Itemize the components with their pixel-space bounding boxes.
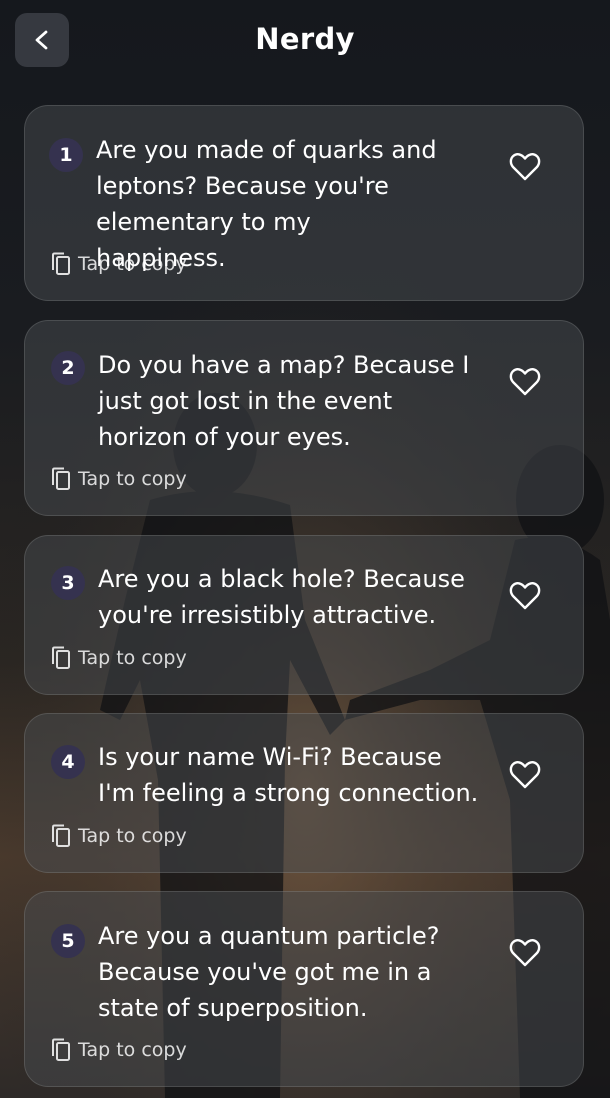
heart-outline-icon[interactable] <box>509 581 541 611</box>
pickup-line-card[interactable]: 1 Are you made of quarks and leptons? Be… <box>24 105 584 301</box>
line-number-badge: 5 <box>51 924 85 958</box>
heart-outline-icon[interactable] <box>509 760 541 790</box>
pickup-line-card[interactable]: 3 Are you a black hole? Because you're i… <box>24 535 584 695</box>
tap-to-copy-button[interactable]: Tap to copy <box>51 646 187 670</box>
tap-to-copy-label: Tap to copy <box>78 1039 187 1061</box>
copy-icon <box>52 252 70 275</box>
pickup-line-card[interactable]: 4 Is your name Wi-Fi? Because I'm feelin… <box>24 713 584 873</box>
top-bar: Nerdy <box>0 0 610 82</box>
pickup-line-text: Are you a quantum particle? Because you'… <box>98 922 440 1022</box>
heart-outline-icon[interactable] <box>509 938 541 968</box>
tap-to-copy-button[interactable]: Tap to copy <box>51 252 187 276</box>
pickup-line-card[interactable]: 5 Are you a quantum particle? Because yo… <box>24 891 584 1087</box>
pickup-line-card[interactable]: 2 Do you have a map? Because I just got … <box>24 320 584 516</box>
line-number-badge: 3 <box>51 566 85 600</box>
heart-outline-icon[interactable] <box>509 367 541 397</box>
page-title: Nerdy <box>255 22 355 56</box>
tap-to-copy-label: Tap to copy <box>78 825 187 847</box>
tap-to-copy-button[interactable]: Tap to copy <box>51 1038 187 1062</box>
copy-icon <box>52 646 70 669</box>
heart-outline-icon[interactable] <box>509 152 541 182</box>
tap-to-copy-label: Tap to copy <box>78 253 187 275</box>
copy-icon <box>52 824 70 847</box>
pickup-line-text: Is your name Wi-Fi? Because I'm feeling … <box>98 743 479 807</box>
tap-to-copy-button[interactable]: Tap to copy <box>51 467 187 491</box>
line-number-badge: 4 <box>51 745 85 779</box>
pickup-line-text: Are you a black hole? Because you're irr… <box>98 565 465 629</box>
line-number-badge: 1 <box>49 138 83 172</box>
tap-to-copy-label: Tap to copy <box>78 468 187 490</box>
copy-icon <box>52 467 70 490</box>
tap-to-copy-label: Tap to copy <box>78 647 187 669</box>
pickup-line-text: Do you have a map? Because I just got lo… <box>98 351 470 451</box>
line-number-badge: 2 <box>51 351 85 385</box>
tap-to-copy-button[interactable]: Tap to copy <box>51 824 187 848</box>
copy-icon <box>52 1038 70 1061</box>
